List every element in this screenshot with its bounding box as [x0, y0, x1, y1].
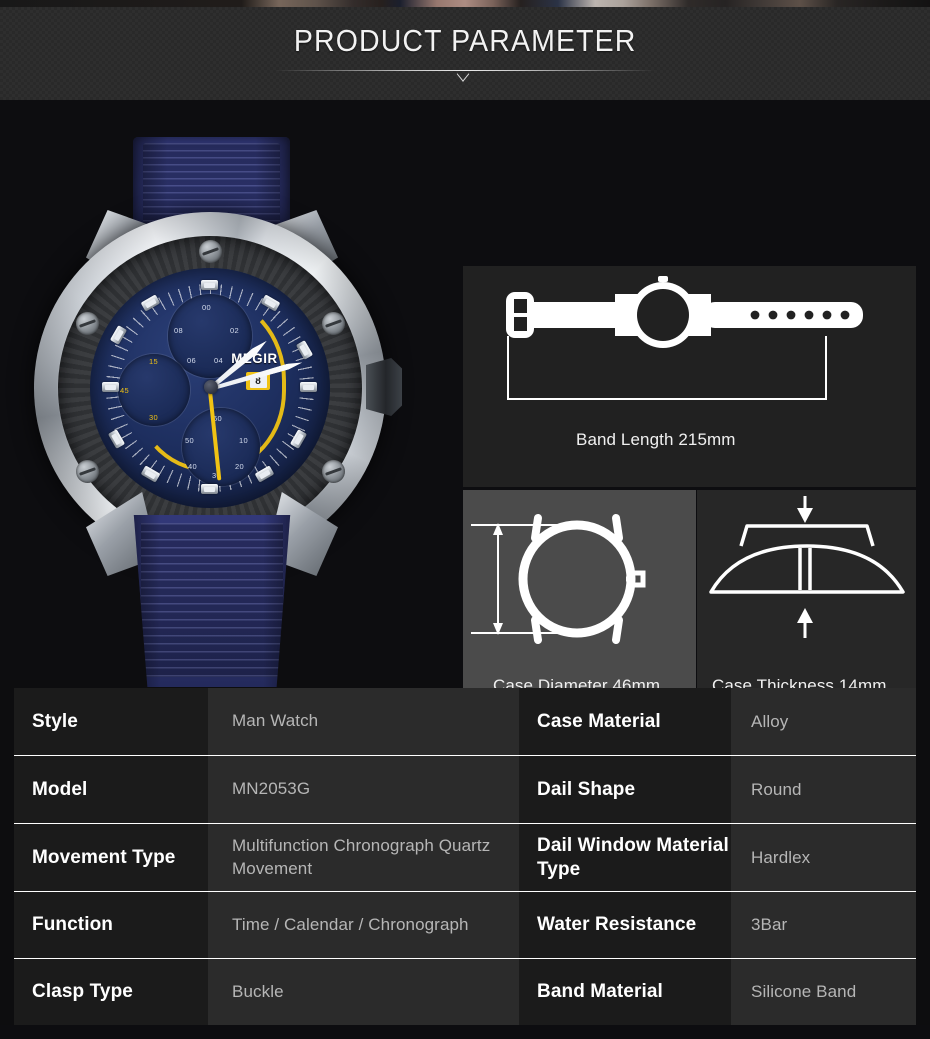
subdial-bottom-label: 20 [235, 462, 244, 471]
diagram-panel-band-length: Band Length 215mm [463, 266, 916, 487]
subdial-bottom-label: 10 [239, 436, 248, 445]
main-visual-area: 00 02 04 06 08 15 30 45 60 10 20 30 40 [0, 100, 930, 795]
header-divider [275, 66, 655, 84]
watch-crown [366, 358, 402, 416]
previous-image-sliver [0, 0, 930, 7]
subdial-top-label: 08 [174, 326, 183, 335]
band-length-caption: Band Length 215mm [576, 430, 736, 449]
spec-label: Dail Window Material Type [519, 824, 731, 891]
spec-label: Style [14, 688, 208, 755]
subdial-top-label: 02 [230, 326, 239, 335]
hour-marker [300, 382, 317, 392]
spec-label: Dail Shape [519, 756, 731, 823]
spec-label: Case Material [519, 688, 731, 755]
hands-center-cap [204, 380, 218, 394]
spec-label: Function [14, 892, 208, 958]
table-row: Function Time / Calendar / Chronograph W… [14, 891, 916, 958]
watch-case-front-icon [471, 514, 646, 644]
table-row: Movement Type Multifunction Chronograph … [14, 823, 916, 891]
watch-dial: 00 02 04 06 08 15 30 45 60 10 20 30 40 [90, 268, 330, 508]
subdial-left-label: 30 [149, 413, 158, 422]
bezel-screw [322, 312, 345, 335]
product-photo: 00 02 04 06 08 15 30 45 60 10 20 30 40 [14, 120, 444, 795]
table-row: Model MN2053G Dail Shape Round [14, 755, 916, 823]
bezel-screw [76, 460, 99, 483]
bezel-screw [322, 460, 345, 483]
subdial-top-label: 04 [214, 356, 223, 365]
specification-table: Style Man Watch Case Material Alloy Mode… [14, 688, 916, 1025]
bezel-screw [199, 240, 222, 263]
spec-value: Time / Calendar / Chronograph [208, 892, 519, 958]
spec-value: Buckle [208, 959, 519, 1025]
page-title: PRODUCT PARAMETER [293, 23, 637, 58]
spec-value: Multifunction Chronograph Quartz Movemen… [208, 824, 519, 891]
subdial-bottom-label: 50 [185, 436, 194, 445]
subdial-top-label: 06 [187, 356, 196, 365]
spec-label: Band Material [519, 959, 731, 1025]
subdial-top-label: 00 [202, 303, 211, 312]
spec-label: Water Resistance [519, 892, 731, 958]
diagram-panel-case-thickness: Case Thickness 14mm [697, 490, 916, 721]
subdial-left: 15 30 45 [118, 354, 190, 426]
page-header: PRODUCT PARAMETER [0, 7, 930, 100]
spec-value: 3Bar [731, 892, 916, 958]
watch-case-profile-icon [709, 496, 905, 638]
hour-marker [102, 382, 119, 392]
product-parameter-page: PRODUCT PARAMETER 00 02 04 06 08 15 30 4… [0, 0, 930, 1039]
spec-value: Alloy [731, 688, 916, 755]
table-row: Clasp Type Buckle Band Material Silicone… [14, 958, 916, 1025]
subdial-bottom-label: 40 [188, 462, 197, 471]
watch-strap-flat-icon [506, 276, 863, 400]
subdial-left-label: 45 [120, 386, 129, 395]
table-row: Style Man Watch Case Material Alloy [14, 688, 916, 755]
spec-label: Clasp Type [14, 959, 208, 1025]
spec-label: Movement Type [14, 824, 208, 891]
spec-value: Silicone Band [731, 959, 916, 1025]
page-bottom-edge [0, 1025, 930, 1039]
spec-value: Man Watch [208, 688, 519, 755]
subdial-bottom: 60 10 20 30 40 50 [182, 408, 260, 486]
spec-value: Hardlex [731, 824, 916, 891]
chevron-down-icon [458, 69, 472, 78]
spec-value: MN2053G [208, 756, 519, 823]
hour-marker [201, 280, 218, 290]
watch-band-lower-shading [133, 515, 291, 687]
spec-label: Model [14, 756, 208, 823]
spec-value: Round [731, 756, 916, 823]
bezel-screw [76, 312, 99, 335]
hour-marker [201, 484, 218, 494]
subdial-left-label: 15 [149, 357, 158, 366]
diagram-panel-case-diameter: Case Diameter 46mm [463, 490, 696, 721]
